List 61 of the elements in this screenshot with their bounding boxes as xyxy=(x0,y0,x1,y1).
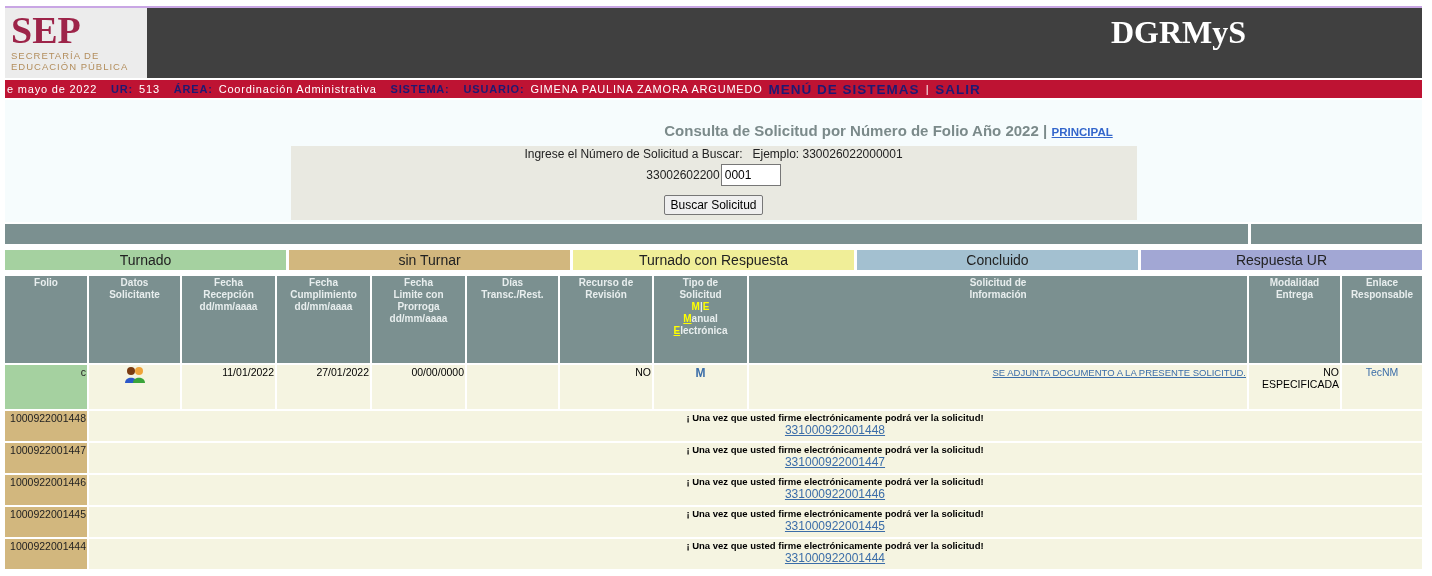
folio-cell: 1000922001444 xyxy=(5,539,87,569)
search-button[interactable]: Buscar Solicitud xyxy=(664,195,763,215)
folio-link[interactable]: 331000922001445 xyxy=(784,519,886,533)
notice-text: ¡ Una vez que usted firme electrónicamente podrá ver la solicitud! xyxy=(685,540,985,551)
notice-text: ¡ Una vez que usted firme electrónicamente podrá ver la solicitud! xyxy=(685,476,985,487)
field-label: USUARIO: xyxy=(463,83,525,95)
column-header: Solicitud de Información xyxy=(749,276,1247,363)
notice-text: ¡ Una vez que usted firme electrónicamente podrá ver la solicitud! xyxy=(685,412,985,423)
folio-cell: 1000922001446 xyxy=(5,475,87,505)
status-legend: Turnado con Respuesta xyxy=(573,250,854,270)
folio-link[interactable]: 331000922001446 xyxy=(784,487,886,501)
logo-mark: SEP xyxy=(11,10,82,50)
column-header: Fecha Limite con Prorroga dd/mm/aaaa xyxy=(372,276,465,363)
column-header: Datos Solicitante xyxy=(89,276,180,363)
status-legend: Turnado xyxy=(5,250,286,270)
folio-input[interactable]: 0001 xyxy=(720,164,781,186)
table-cell: 11/01/2022 xyxy=(182,365,275,409)
folio-cell: 1000922001445 xyxy=(5,507,87,537)
site-title: DGRMyS xyxy=(1110,14,1246,51)
folio-cell: 1000922001448 xyxy=(5,411,87,441)
field-label: UR: xyxy=(111,83,134,95)
folio-prefix: 33002602200 xyxy=(646,168,720,182)
folio-link[interactable]: 331000922001448 xyxy=(784,423,886,437)
date-text: e mayo de 2022 xyxy=(7,83,98,95)
notice-text: ¡ Una vez que usted firme electrónicamente podrá ver la solicitud! xyxy=(685,508,985,519)
field-value: 513 xyxy=(139,83,160,95)
separator-text: | xyxy=(925,83,930,95)
users-icon[interactable] xyxy=(124,366,145,384)
field-label: ÁREA: xyxy=(173,83,213,95)
home-link[interactable]: PRINCIPAL xyxy=(1051,126,1113,138)
example-text: Ejemplo: 330026022000001 xyxy=(752,147,903,161)
column-header: Folio xyxy=(5,276,87,363)
field-label: SISTEMA: xyxy=(390,83,450,95)
folio-link[interactable]: 331000922001444 xyxy=(784,551,886,565)
folio-cell: 1000922001447 xyxy=(5,443,87,473)
column-header: Tipo de Solicitud M|E Manual Electrónica xyxy=(654,276,747,363)
responsible-text: TecNM xyxy=(1365,366,1399,378)
folio-cell: c xyxy=(5,365,87,409)
field-value: Coordinación Administrativa xyxy=(218,83,377,95)
instruction-text: Ingrese el Número de Solicitud a Buscar: xyxy=(524,147,743,161)
page-title: Consulta de Solicitud por Número de Folio Año 2022 | xyxy=(664,122,1048,139)
status-legend: sin Turnar xyxy=(289,250,570,270)
column-header: Recurso de Revisión xyxy=(560,276,652,363)
column-header: Modalidad Entrega xyxy=(1249,276,1340,363)
field-value: GIMENA PAULINA ZAMORA ARGUMEDO xyxy=(530,83,763,95)
status-legend: Concluido xyxy=(857,250,1138,270)
request-link[interactable]: SE ADJUNTA DOCUMENTO A LA PRESENTE SOLICITUD. xyxy=(992,367,1246,378)
logo-subtitle: SECRETARÍA DE xyxy=(11,50,101,61)
table-cell: 00/00/0000 xyxy=(372,365,465,409)
column-header: Enlace Responsable xyxy=(1342,276,1422,363)
table-cell: NO xyxy=(560,365,652,409)
folio-link[interactable]: 331000922001447 xyxy=(784,455,886,469)
table-cell: 27/01/2022 xyxy=(277,365,370,409)
table-cell: NO ESPECIFICADA xyxy=(1249,365,1340,409)
logo-subtitle: EDUCACIÓN PÚBLICA xyxy=(11,61,130,72)
status-legend: Respuesta UR xyxy=(1141,250,1422,270)
column-header: Días Transc./Rest. xyxy=(467,276,558,363)
notice-text: ¡ Una vez que usted firme electrónicamente podrá ver la solicitud! xyxy=(685,444,985,455)
column-header: Fecha Recepción dd/mm/aaaa xyxy=(182,276,275,363)
column-header: Fecha Cumplimiento dd/mm/aaaa xyxy=(277,276,370,363)
table-cell: M xyxy=(654,365,747,409)
